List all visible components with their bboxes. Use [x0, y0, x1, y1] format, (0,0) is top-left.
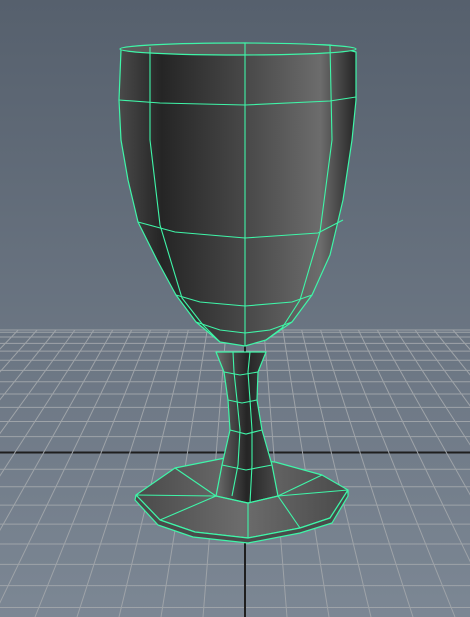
- 3d-viewport[interactable]: [0, 0, 470, 617]
- viewport-canvas[interactable]: [0, 0, 470, 617]
- goblet-rim[interactable]: [119, 42, 357, 56]
